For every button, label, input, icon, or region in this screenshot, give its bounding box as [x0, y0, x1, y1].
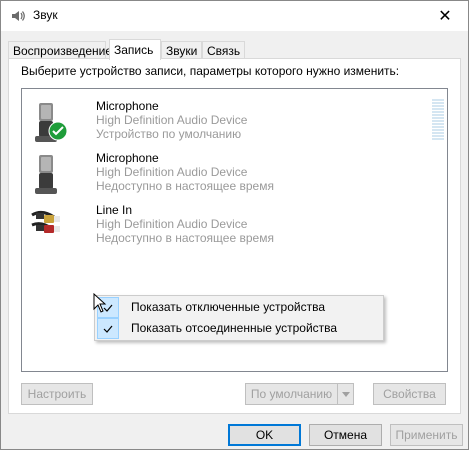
- device-name: Microphone: [96, 151, 159, 165]
- device-status: Недоступно в настоящее время: [96, 179, 274, 193]
- tab-playback[interactable]: Воспроизведение: [8, 41, 112, 59]
- tab-communications[interactable]: Связь: [202, 41, 245, 59]
- title-bar[interactable]: Звук ✕: [1, 1, 468, 31]
- close-icon: ✕: [438, 8, 452, 25]
- ok-button[interactable]: OK: [228, 424, 301, 446]
- line-in-cable-icon: [31, 210, 60, 233]
- tab-label: Воспроизведение: [13, 44, 113, 58]
- list-item[interactable]: Microphone High Definition Audio Device …: [30, 151, 430, 201]
- properties-button[interactable]: Свойства: [373, 383, 446, 405]
- menu-item-show-disconnected[interactable]: Показать отсоединенные устройства: [97, 318, 381, 339]
- menu-item-show-disabled[interactable]: Показать отключенные устройства: [97, 297, 381, 318]
- default-check-icon: [48, 121, 68, 141]
- device-driver: High Definition Audio Device: [96, 165, 248, 179]
- tab-recording[interactable]: Запись: [109, 39, 161, 60]
- tab-label: Звуки: [166, 44, 198, 58]
- configure-button[interactable]: Настроить: [21, 383, 93, 405]
- list-item[interactable]: Microphone High Definition Audio Device …: [30, 99, 430, 149]
- device-status: Устройство по умолчанию: [96, 127, 242, 141]
- device-name: Line In: [96, 203, 133, 217]
- menu-item-label: Показать отключенные устройства: [131, 300, 326, 314]
- device-driver: High Definition Audio Device: [96, 217, 248, 231]
- check-icon: [97, 318, 119, 339]
- sound-dialog-window: Звук ✕ Воспроизведение Запись Звуки Связ…: [0, 0, 469, 450]
- device-driver: High Definition Audio Device: [96, 113, 248, 127]
- list-item[interactable]: Line In High Definition Audio Device Нед…: [30, 203, 430, 253]
- window-title: Звук: [33, 8, 58, 22]
- set-default-button[interactable]: По умолчанию: [245, 383, 338, 405]
- set-default-dropdown[interactable]: [338, 383, 354, 405]
- mouse-cursor-icon: [93, 293, 107, 313]
- tab-label: Связь: [207, 44, 241, 58]
- menu-item-label: Показать отсоединенные устройства: [131, 321, 338, 335]
- speaker-icon: [12, 11, 25, 21]
- apply-button[interactable]: Применить: [390, 424, 463, 446]
- cancel-button[interactable]: Отмена: [309, 424, 382, 446]
- tab-label: Запись: [114, 43, 154, 57]
- context-menu: Показать отключенные устройства Показать…: [94, 295, 384, 341]
- tab-sounds[interactable]: Звуки: [161, 41, 202, 59]
- device-name: Microphone: [96, 99, 159, 113]
- instruction-text: Выберите устройство записи, параметры ко…: [21, 64, 400, 78]
- device-status: Недоступно в настоящее время: [96, 231, 274, 245]
- microphone-icon: [35, 155, 57, 194]
- level-meter: [432, 99, 444, 143]
- recording-panel: Выберите устройство записи, параметры ко…: [8, 58, 461, 414]
- close-button[interactable]: ✕: [422, 1, 468, 31]
- chevron-down-icon: [341, 391, 350, 397]
